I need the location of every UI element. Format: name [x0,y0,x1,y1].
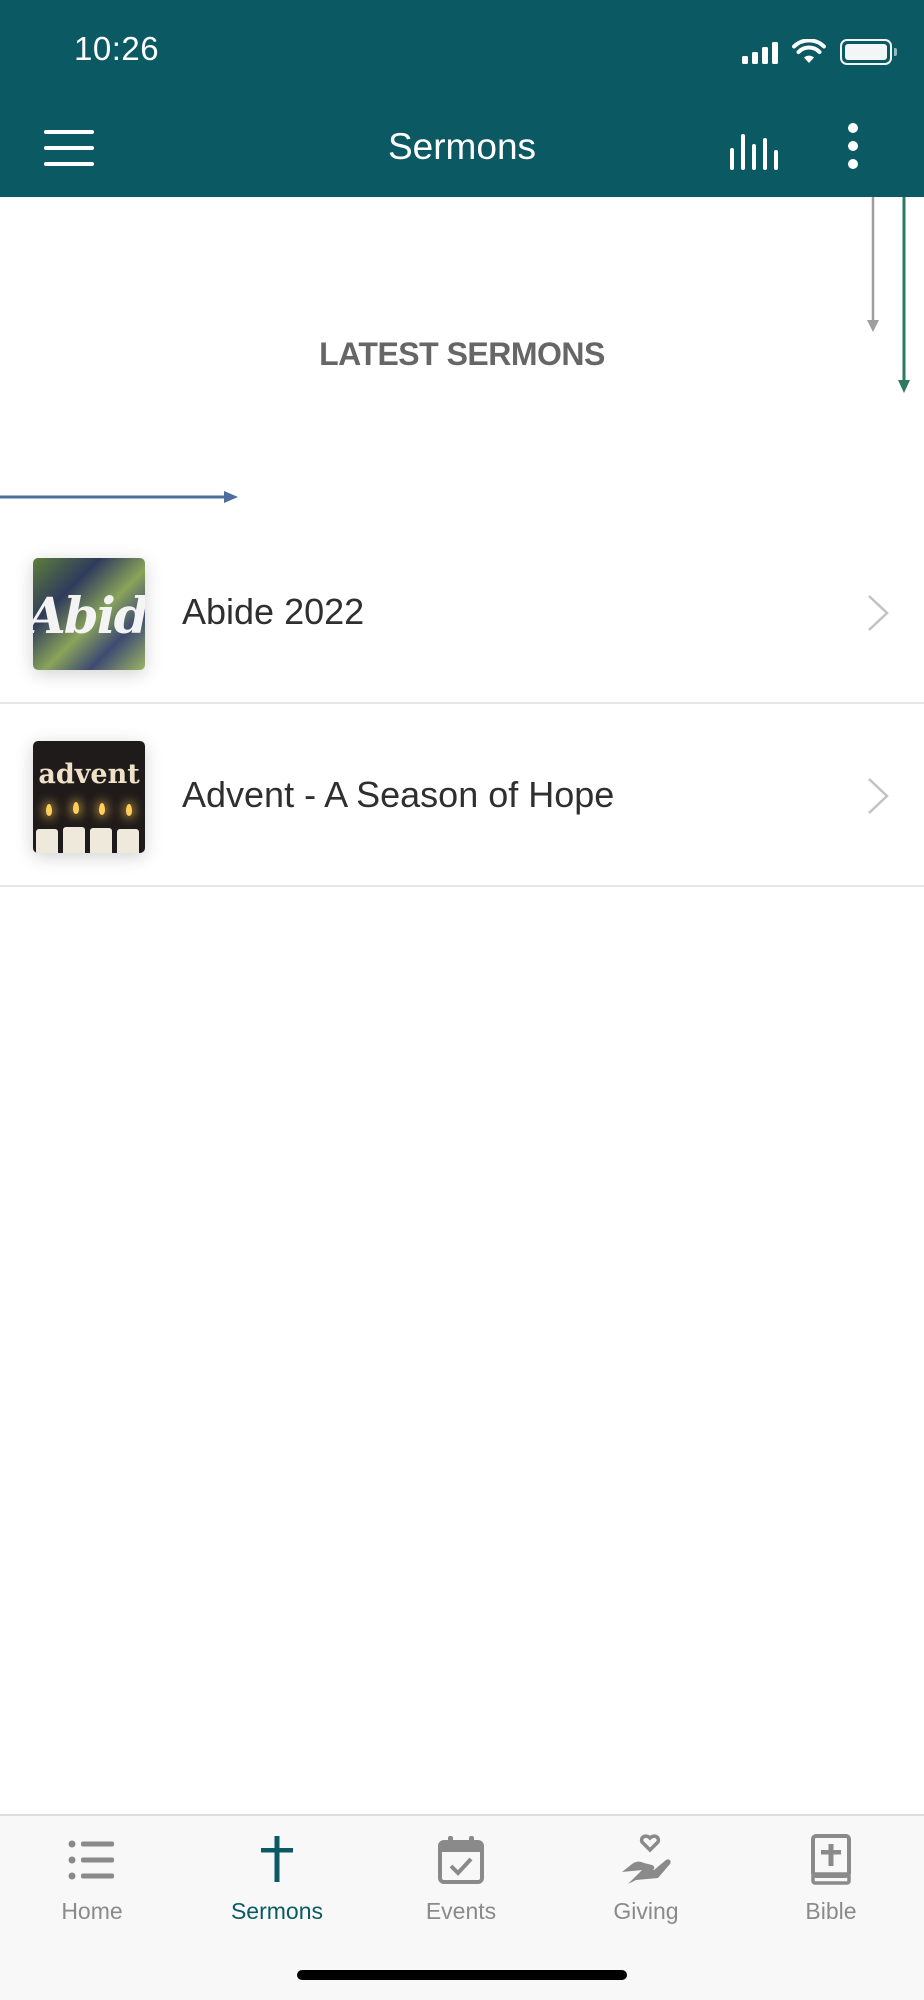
more-options-icon[interactable] [840,122,866,172]
chevron-right-icon [868,778,889,814]
tab-bible[interactable]: Bible [739,1816,923,1946]
giving-hand-icon [622,1834,671,1884]
list-item-advent[interactable]: advent Advent - A Season of Hope [0,704,924,887]
status-icons [742,38,897,66]
calendar-check-icon [438,1836,484,1884]
status-time: 10:26 [74,30,160,67]
sermon-thumbnail: advent [33,741,145,853]
list-icon [68,1840,114,1880]
wifi-icon [792,39,826,63]
tab-home[interactable]: Home [0,1816,184,1946]
page-title: Sermons [387,126,537,167]
thumbnail-text: advent [38,759,140,790]
sermon-title: Abide 2022 [182,591,365,632]
bible-icon [811,1834,851,1885]
audio-stats-icon[interactable] [728,130,784,170]
sermon-list: Abide Abide 2022 advent Advent - A Seaso… [0,521,924,887]
tab-giving[interactable]: Giving [554,1816,738,1946]
app-header: 10:26 Sermons [0,0,924,197]
tab-label: Bible [805,1898,857,1924]
tab-events[interactable]: Events [369,1816,553,1946]
tab-sermons[interactable]: Sermons [185,1816,369,1946]
sermon-title: Advent - A Season of Hope [182,774,615,815]
tab-label: Events [425,1898,497,1924]
list-item-abide-2022[interactable]: Abide Abide 2022 [0,521,924,704]
cross-icon [261,1836,293,1882]
sermon-thumbnail: Abide [33,558,145,670]
chevron-right-icon [868,595,889,631]
battery-icon [840,39,897,65]
section-title: LATEST SERMONS [319,336,605,372]
thumbnail-text: Abide [33,586,145,645]
cellular-signal-icon [742,40,778,64]
tab-label: Home [61,1898,123,1924]
home-indicator [297,1970,627,1980]
tab-label: Giving [613,1898,679,1924]
tab-label: Sermons [230,1898,324,1924]
